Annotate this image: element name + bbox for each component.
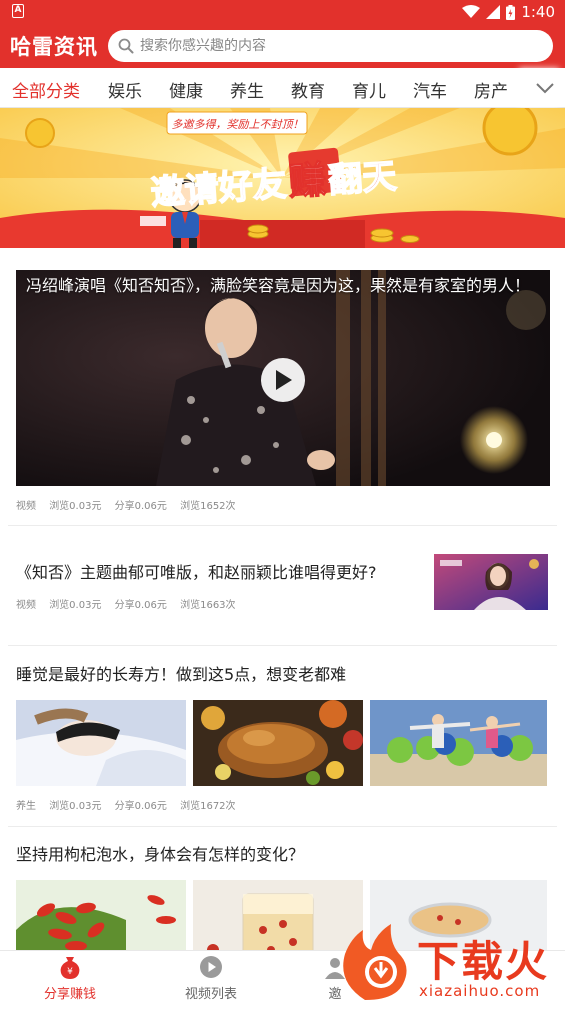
watermark-brand: 下载火	[417, 937, 550, 986]
tab-cars[interactable]: 汽车	[413, 77, 447, 102]
item-meta: 养生 浏览0.03元 分享0.06元 浏览1672次	[16, 797, 246, 812]
item-meta: 视频 浏览0.03元 分享0.06元 浏览1652次	[16, 497, 246, 512]
view-count: 浏览1672次	[180, 801, 236, 812]
share-reward: 分享0.06元	[114, 801, 167, 812]
signal-icon	[486, 5, 501, 19]
view-count: 浏览1652次	[180, 501, 236, 512]
coin-icon	[482, 108, 538, 156]
browse-reward: 浏览0.03元	[49, 600, 102, 611]
view-count: 浏览1663次	[180, 600, 236, 611]
share-reward: 分享0.06元	[114, 501, 167, 512]
play-icon	[276, 370, 292, 390]
share-reward: 分享0.06元	[114, 600, 167, 611]
nav-share-earn[interactable]: ¥ 分享赚钱	[25, 955, 115, 1002]
tab-wellness[interactable]: 养生	[230, 77, 264, 102]
banner-headline-part2: 赚	[286, 157, 328, 205]
invite-banner[interactable]: 多邀多得，奖励上不封顶！ 邀请好友赚翻天	[0, 108, 565, 248]
thumbnail-sleep[interactable]	[16, 700, 186, 786]
play-circle-icon	[200, 956, 222, 978]
play-button[interactable]	[261, 358, 305, 402]
browse-reward: 浏览0.03元	[49, 501, 102, 512]
app-header: 哈雷资讯	[0, 24, 565, 68]
tab-entertainment[interactable]: 娱乐	[108, 77, 142, 102]
divider	[8, 645, 557, 646]
status-icons: 1:40	[462, 2, 555, 22]
thumbnail-exercise[interactable]	[370, 700, 547, 786]
browse-reward: 浏览0.03元	[49, 801, 102, 812]
svg-text:¥: ¥	[67, 967, 73, 977]
chevron-down-icon	[536, 82, 554, 93]
video-title: 冯绍峰演唱《知否知否》，满脸笑容竟是因为这，果然是有家室的男人！	[26, 276, 531, 295]
item-tag: 视频	[16, 501, 36, 512]
nav-label: 分享赚钱	[43, 987, 96, 1002]
search-bar[interactable]	[108, 30, 553, 62]
divider	[8, 525, 557, 526]
thumbnail-food[interactable]	[193, 700, 363, 786]
category-tabs: 全部分类 娱乐 健康 养生 教育 育儿 汽车 房产	[0, 68, 565, 108]
watermark-url: xiazaihuo.com	[419, 982, 541, 1000]
news-feed: 冯绍峰演唱《知否知否》，满脸笑容竟是因为这，果然是有家室的男人！ 视频 浏览0.…	[0, 248, 565, 950]
item-tag: 养生	[16, 801, 36, 812]
tab-parenting[interactable]: 育儿	[352, 77, 386, 102]
feed-item-title[interactable]: 坚持用枸杞泡水，身体会有怎样的变化？	[16, 844, 536, 866]
clock: 1:40	[521, 3, 555, 21]
notification-a-icon: A	[12, 4, 24, 18]
tab-education[interactable]: 教育	[291, 77, 325, 102]
feed-item-video[interactable]: 冯绍峰演唱《知否知否》，满脸笑容竟是因为这，果然是有家室的男人！	[16, 270, 550, 486]
expand-categories-button[interactable]	[525, 68, 565, 107]
watermark: 下载火 xiazaihuo.com	[335, 922, 565, 1005]
item-meta: 视频 浏览0.03元 分享0.06元 浏览1663次	[16, 596, 246, 611]
battery-icon	[506, 4, 516, 20]
nav-video-list[interactable]: 视频列表	[166, 955, 256, 1002]
app-title: 哈雷资讯	[10, 35, 98, 59]
banner-headline-part3: 翻天	[326, 156, 398, 202]
divider	[8, 826, 557, 827]
feed-item-thumbnail[interactable]	[434, 554, 548, 610]
nav-label: 视频列表	[184, 987, 237, 1002]
tab-all-categories[interactable]: 全部分类	[12, 77, 80, 102]
feed-item-title[interactable]: 睡觉是最好的长寿方！做到这5点，想变老都难	[16, 664, 536, 686]
wifi-icon	[462, 5, 481, 18]
tab-health[interactable]: 健康	[169, 77, 203, 102]
tab-real-estate[interactable]: 房产	[474, 77, 508, 102]
status-bar: A 1:40	[0, 0, 565, 24]
search-input[interactable]	[140, 38, 520, 54]
money-bag-icon: ¥	[60, 957, 80, 979]
banner-tagline: 多邀多得，奖励上不封顶！	[171, 118, 304, 131]
thumbnail-goji-berries[interactable]	[16, 880, 186, 950]
search-icon	[118, 38, 134, 54]
item-tag: 视频	[16, 600, 36, 611]
feed-item-title[interactable]: 《知否》主题曲郁可唯版，和赵丽颖比谁唱得更好?	[16, 562, 416, 584]
